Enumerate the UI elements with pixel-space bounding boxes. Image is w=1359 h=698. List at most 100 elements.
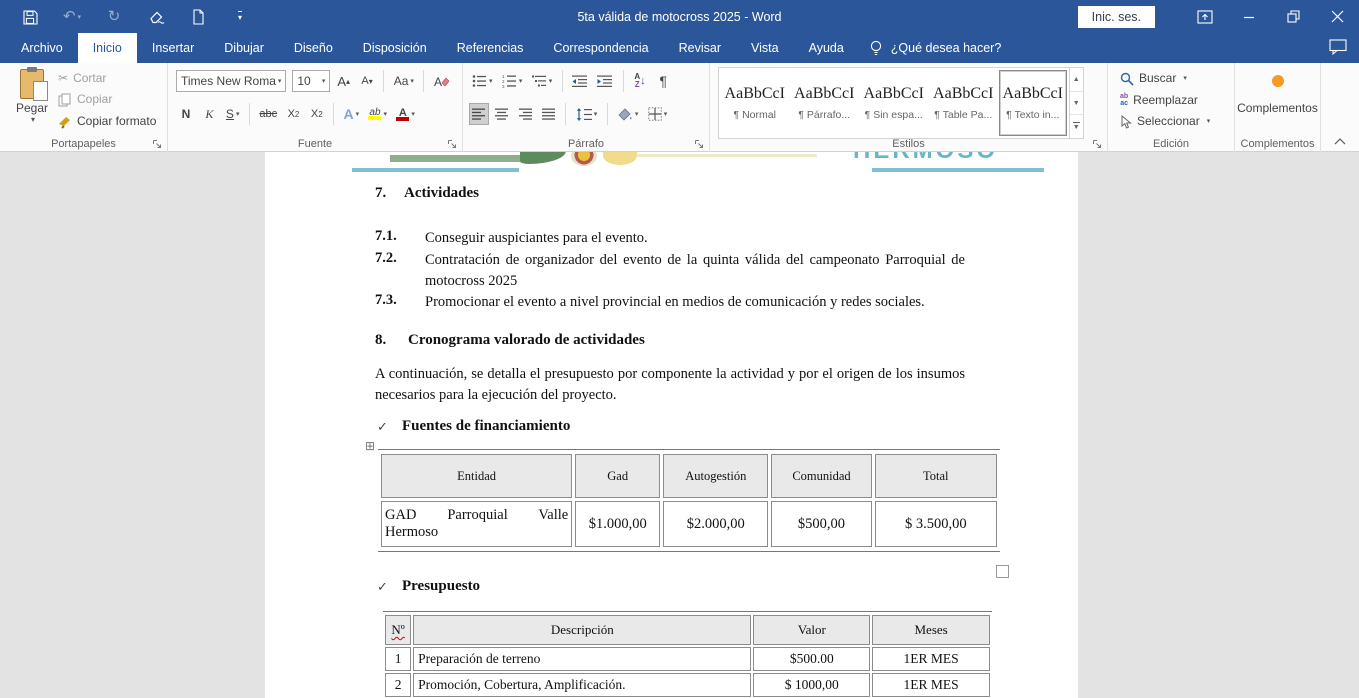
multilevel-list-button[interactable]: ▾ (529, 70, 556, 92)
underline-button[interactable]: S▾ (223, 103, 243, 125)
style-table-paragraph[interactable]: AaBbCcI ¶ Table Pa... (930, 70, 998, 136)
sign-in-button[interactable]: Inic. ses. (1078, 6, 1155, 28)
style-texto-independiente[interactable]: AaBbCcI ¶ Texto in... (999, 70, 1067, 136)
font-size-combo[interactable]: 10▾ (292, 70, 330, 92)
line-spacing-button[interactable]: ▾ (573, 103, 601, 125)
text-effects-button[interactable]: A▾ (341, 103, 363, 125)
align-center-button[interactable] (492, 103, 512, 125)
tab-disposicion[interactable]: Disposición (348, 33, 442, 63)
addins-button[interactable]: Complementos (1235, 73, 1320, 115)
group-estilos: AaBbCcI ¶ Normal AaBbCcI ¶ Párrafo... Aa… (710, 63, 1108, 152)
italic-button[interactable]: K (199, 103, 219, 125)
grow-font-button[interactable]: A▴ (334, 70, 354, 92)
funding-header-comunidad: Comunidad (771, 454, 871, 498)
style-normal[interactable]: AaBbCcI ¶ Normal (721, 70, 789, 136)
find-button[interactable]: Buscar▾ (1120, 71, 1210, 86)
decrease-indent-button[interactable] (569, 70, 591, 92)
dialog-launcher-estilos[interactable] (1092, 137, 1104, 149)
header-logo-yellow (603, 152, 637, 165)
bold-button[interactable]: N (176, 103, 196, 125)
budget-heading: Presupuesto (402, 578, 480, 595)
styles-more-icon[interactable]: ▼ (1070, 115, 1083, 138)
restore-button[interactable] (1271, 0, 1315, 33)
table-move-handle-icon[interactable]: ⊞ (365, 440, 375, 452)
numbering-button[interactable]: 123▾ (499, 70, 526, 92)
change-case-button[interactable]: Aa▾ (391, 70, 417, 92)
font-name-combo[interactable]: Times New Roma▾ (176, 70, 286, 92)
justify-button[interactable] (539, 103, 559, 125)
close-button[interactable] (1315, 0, 1359, 33)
tab-diseno[interactable]: Diseño (279, 33, 348, 63)
tell-me-label: ¿Qué desea hacer? (891, 41, 1002, 55)
dialog-launcher-fuente[interactable] (447, 137, 459, 149)
tab-insertar[interactable]: Insertar (137, 33, 209, 63)
cut-button[interactable]: ✂ Cortar (58, 71, 156, 85)
paste-dropdown-icon[interactable]: ▾ (12, 115, 54, 124)
ribbon-display-options-icon[interactable] (1183, 0, 1227, 33)
clear-formatting-button[interactable]: A (431, 70, 453, 92)
dialog-launcher-portapapeles[interactable] (152, 137, 164, 149)
tell-me-box[interactable]: ¿Qué desea hacer? (859, 33, 1012, 63)
replace-button[interactable]: abac Reemplazar (1120, 93, 1210, 107)
feedback-icon[interactable] (1329, 38, 1347, 56)
font-color-button[interactable]: A▾ (393, 103, 418, 125)
highlight-button[interactable]: ab▾ (365, 103, 390, 125)
sort-button[interactable]: AZ↓ (630, 70, 650, 92)
tab-archivo[interactable]: Archivo (6, 33, 78, 63)
budget-table[interactable]: Nº Descripción Valor Meses 1 Preparación… (383, 611, 992, 698)
tab-vista[interactable]: Vista (736, 33, 794, 63)
title-bar: ↶▾ ↻ ▾ 5ta válida de motocross 2025 - Wo… (0, 0, 1359, 33)
tab-revisar[interactable]: Revisar (664, 33, 736, 63)
styles-scrollbar: ▲ ▼ ▼ (1069, 68, 1083, 138)
tab-inicio[interactable]: Inicio (78, 33, 137, 63)
draw-eraser-icon[interactable] (146, 7, 166, 27)
tab-ayuda[interactable]: Ayuda (794, 33, 859, 63)
subscript-button[interactable]: X2 (283, 103, 303, 125)
lightbulb-icon (869, 40, 883, 57)
select-button[interactable]: Seleccionar▾ (1120, 114, 1210, 129)
item-7-3-text: Promocionar el evento a nivel provincial… (425, 292, 965, 313)
redo-icon[interactable]: ↻ (104, 7, 124, 27)
paste-button[interactable]: Pegar ▾ (10, 67, 54, 145)
increase-indent-button[interactable] (594, 70, 616, 92)
dialog-launcher-parrafo[interactable] (694, 137, 706, 149)
budget-header-descripcion: Descripción (413, 615, 751, 645)
shading-button[interactable]: ▾ (614, 103, 642, 125)
undo-icon[interactable]: ↶▾ (62, 7, 82, 27)
bullets-button[interactable]: ▾ (469, 70, 496, 92)
new-document-icon[interactable] (188, 7, 208, 27)
borders-button[interactable]: ▾ (645, 103, 671, 125)
tab-dibujar[interactable]: Dibujar (209, 33, 279, 63)
funding-header-row: Entidad Gad Autogestión Comunidad Total (381, 454, 997, 498)
ribbon: Pegar ▾ ✂ Cortar Copiar Copiar formato P… (0, 63, 1359, 152)
table-resize-handle[interactable] (996, 565, 1009, 578)
funding-table[interactable]: Entidad Gad Autogestión Comunidad Total … (378, 449, 1000, 552)
align-left-button[interactable] (469, 103, 489, 125)
show-marks-button[interactable]: ¶ (653, 70, 673, 92)
superscript-button[interactable]: X2 (307, 103, 327, 125)
styles-gallery: AaBbCcI ¶ Normal AaBbCcI ¶ Párrafo... Aa… (718, 67, 1084, 139)
scissors-icon: ✂ (58, 71, 68, 85)
save-icon[interactable] (20, 7, 40, 27)
document-page[interactable]: HERMOSO 7. Actividades 7.1. Conseguir au… (265, 152, 1078, 698)
style-sin-espaciado[interactable]: AaBbCcI ¶ Sin espa... (860, 70, 928, 136)
shrink-font-button[interactable]: A▾ (357, 70, 377, 92)
funding-heading: Fuentes de financiamiento (402, 418, 570, 435)
collapse-ribbon-icon[interactable] (1329, 133, 1351, 149)
svg-text:A: A (434, 75, 442, 89)
funding-header-gad: Gad (575, 454, 660, 498)
strikethrough-button[interactable]: abc (256, 103, 280, 125)
budget-2-meses: 1ER MES (872, 673, 990, 697)
tab-correspondencia[interactable]: Correspondencia (538, 33, 663, 63)
style-parrafo[interactable]: AaBbCcI ¶ Párrafo... (791, 70, 859, 136)
align-right-button[interactable] (516, 103, 536, 125)
styles-scroll-down-icon[interactable]: ▼ (1070, 92, 1083, 116)
tab-referencias[interactable]: Referencias (442, 33, 539, 63)
document-area[interactable]: HERMOSO 7. Actividades 7.1. Conseguir au… (0, 152, 1359, 698)
format-painter-button[interactable]: Copiar formato (58, 114, 156, 129)
header-logo-leaf (520, 152, 566, 164)
copy-button[interactable]: Copiar (58, 92, 156, 107)
minimize-button[interactable] (1227, 0, 1271, 33)
styles-scroll-up-icon[interactable]: ▲ (1070, 68, 1083, 92)
customize-qat-icon[interactable]: ▾ (230, 7, 250, 27)
